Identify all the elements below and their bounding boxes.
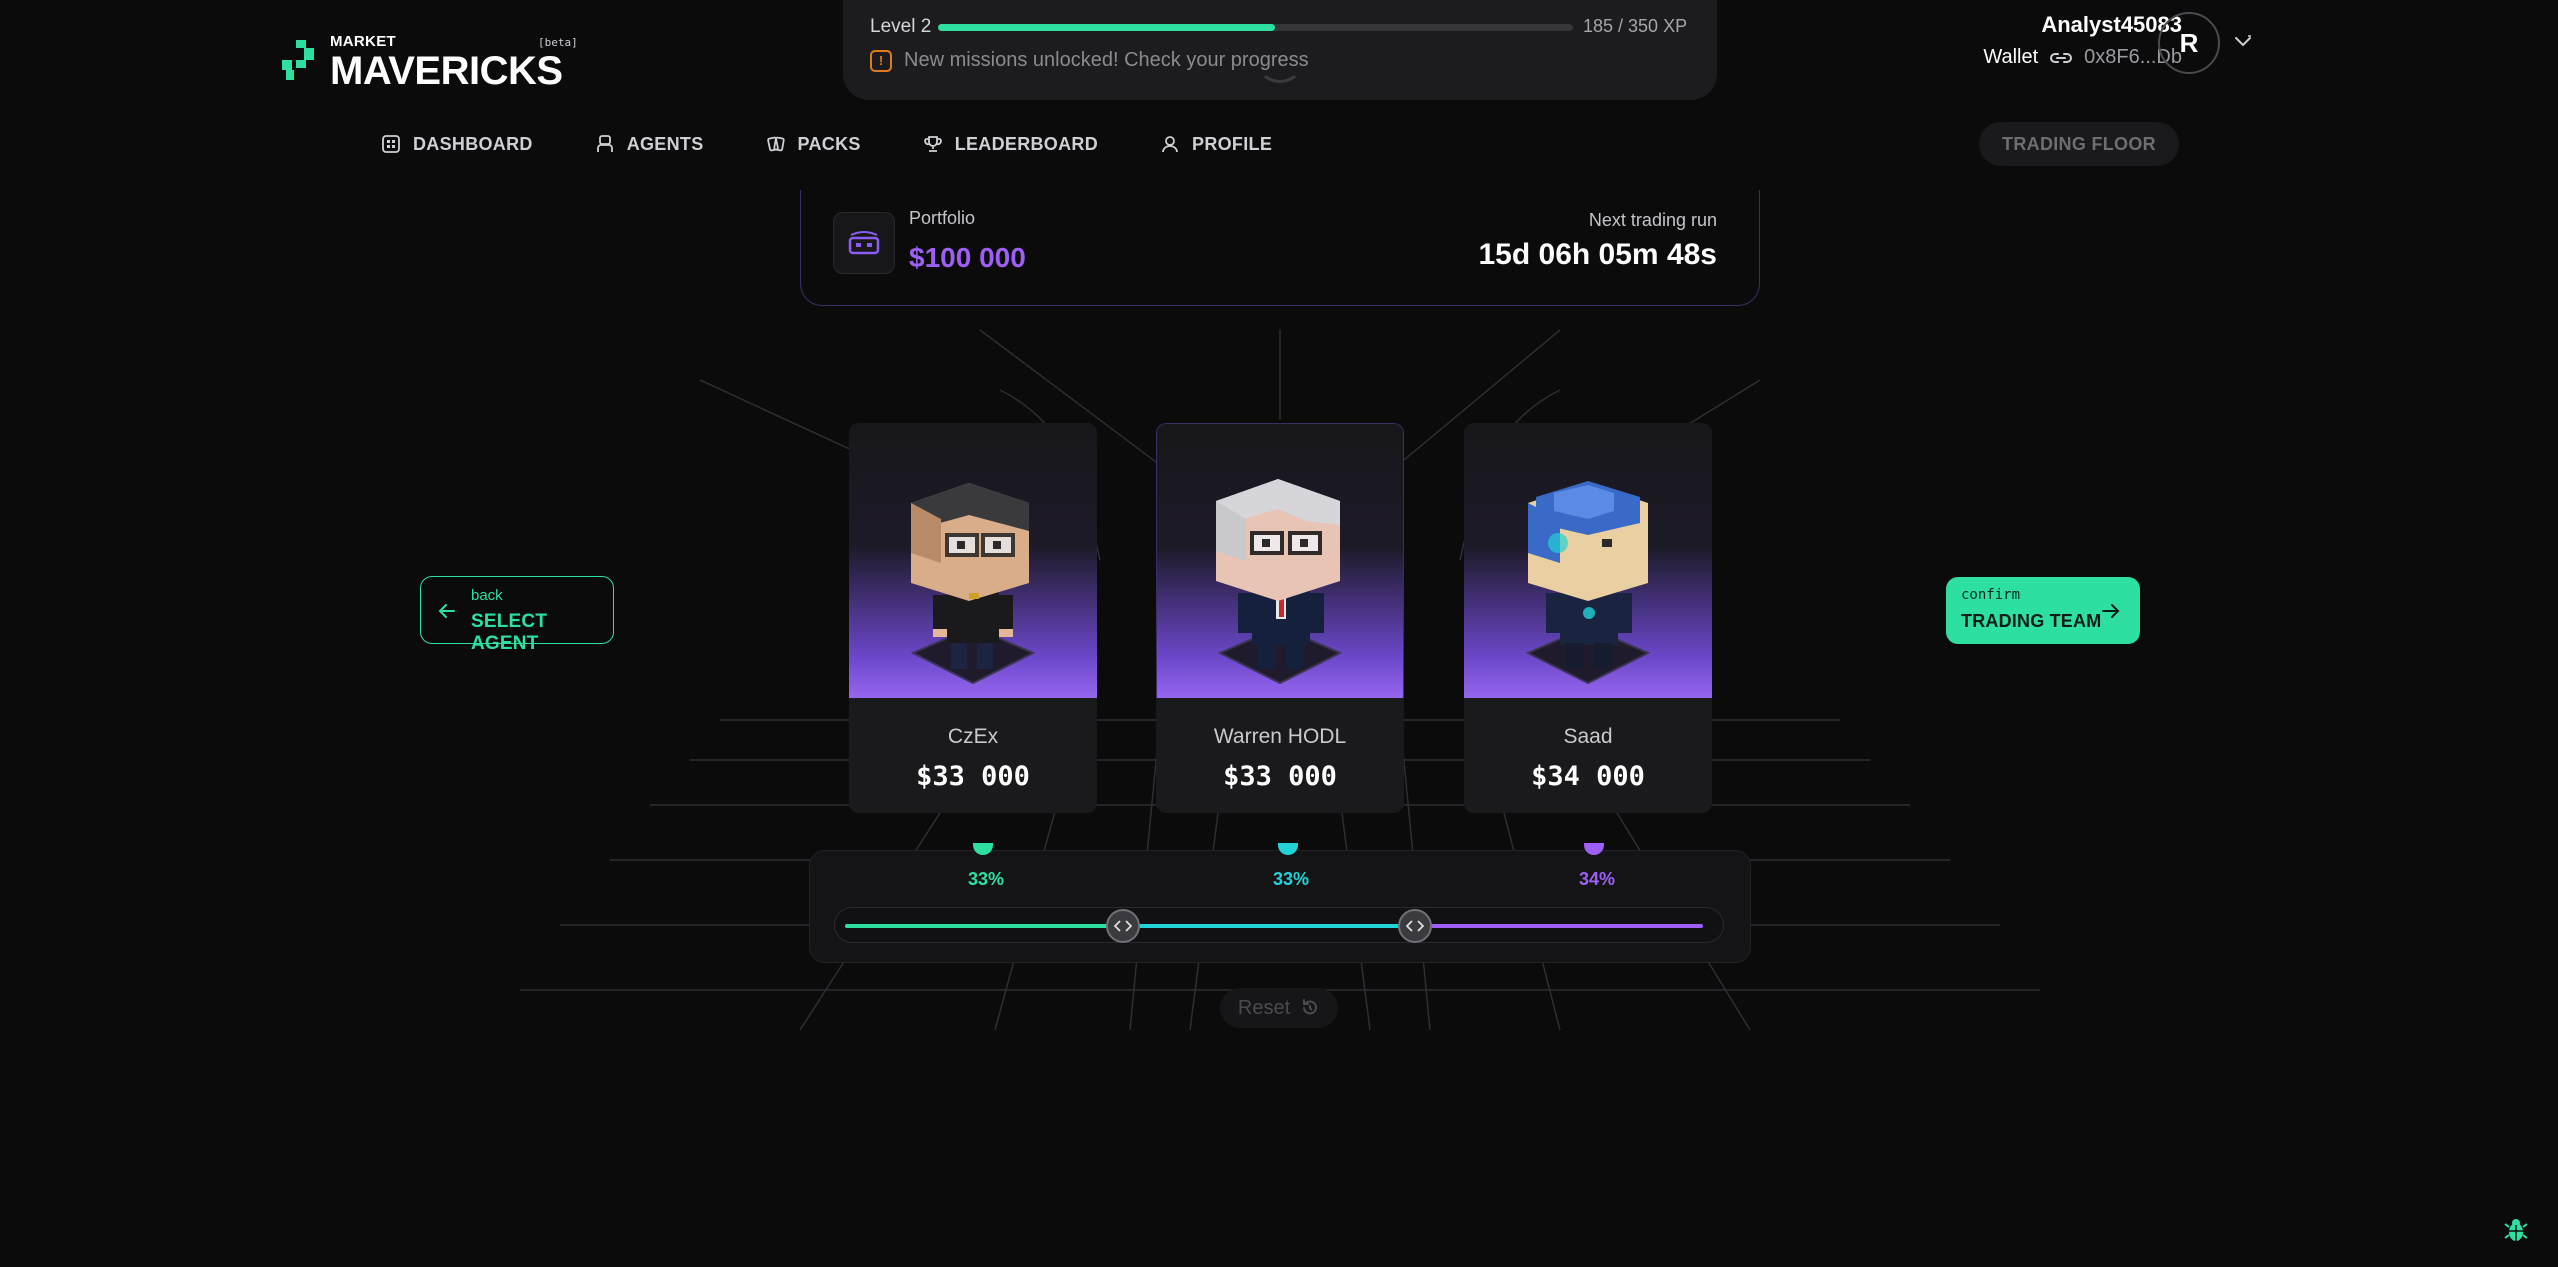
user-name: Analyst45083 xyxy=(2041,12,2182,37)
portfolio-value: $100 000 xyxy=(909,242,1026,273)
agent-czex-avatar xyxy=(910,483,1036,685)
confirm-trading-team-button[interactable]: confirm TRADING TEAM xyxy=(1946,577,2140,644)
agent-amount: $33 000 xyxy=(916,761,1030,792)
nav-agents[interactable]: AGENTS xyxy=(595,130,704,158)
reset-icon xyxy=(1303,999,1318,1015)
xp-panel[interactable]: Level 2 185 / 350 XP ! New missions unlo… xyxy=(843,0,1717,100)
arrow-right-icon xyxy=(2102,604,2120,618)
logo-small-text: MARKET xyxy=(330,33,396,50)
trophy-icon xyxy=(923,136,942,152)
user-icon xyxy=(1162,136,1178,153)
xp-progress-fill xyxy=(938,24,1275,31)
allocation-segment xyxy=(1133,924,1403,928)
nav-packs-label: PACKS xyxy=(797,133,861,154)
user-info[interactable]: Analyst45083 Wallet 0x8F6...Db xyxy=(1983,12,2182,69)
drag-handle-icon xyxy=(1114,920,1132,932)
nav-packs[interactable]: PACKS xyxy=(766,130,861,158)
back-big-label: SELECT AGENT xyxy=(471,611,548,654)
nav-agents-label: AGENTS xyxy=(626,133,704,154)
drag-handle-icon xyxy=(1406,920,1424,932)
trading-floor-button[interactable]: TRADING FLOOR xyxy=(1979,122,2179,166)
xp-progress-bar xyxy=(938,24,1573,31)
missions-notice-text: New missions unlocked! Check your progre… xyxy=(904,49,1309,71)
beta-badge: [beta] xyxy=(538,36,578,49)
nav-profile-label: PROFILE xyxy=(1192,133,1273,154)
agent-marker xyxy=(1278,843,1298,855)
xp-value: 185 / 350 XP xyxy=(1583,16,1688,36)
confirm-big-label: TRADING TEAM xyxy=(1961,611,2102,631)
allocation-percent: 33% xyxy=(1272,869,1310,889)
chevron-down-icon[interactable] xyxy=(2234,34,2252,48)
agent-marker xyxy=(973,843,993,855)
wallet-label: Wallet xyxy=(1983,46,2039,68)
agent-name: CzEx xyxy=(947,725,999,748)
nav-leaderboard-label: LEADERBOARD xyxy=(954,133,1099,154)
logo-big-text: MAVERICKS xyxy=(330,49,563,93)
allocation-segment xyxy=(845,924,1113,928)
allocation-segment xyxy=(1423,924,1703,928)
slider-handle[interactable] xyxy=(1398,909,1432,943)
confirm-small-label: confirm xyxy=(1961,587,2021,603)
nav-dashboard-label: DASHBOARD xyxy=(413,133,533,154)
portfolio-panel: Portfolio $100 000 Next trading run 15d … xyxy=(800,190,1760,306)
chevron-down-icon[interactable] xyxy=(1260,74,1300,86)
agent-card[interactable]: Warren HODL $33 000 xyxy=(1156,423,1404,813)
avatar[interactable]: R xyxy=(2158,12,2220,74)
agent-name: Saad xyxy=(1563,725,1613,748)
next-run-countdown: 15d 06h 05m 48s xyxy=(1478,238,1718,271)
agent-card[interactable]: Saad $34 000 xyxy=(1464,423,1712,813)
nav-dashboard[interactable]: DASHBOARD xyxy=(381,130,533,158)
back-select-agent-button[interactable]: back SELECT AGENT xyxy=(420,576,614,654)
reset-label: Reset xyxy=(1237,996,1291,1019)
next-run-label: Next trading run xyxy=(1588,210,1717,230)
allocation-percent: 33% xyxy=(967,869,1005,889)
missions-notice[interactable]: ! New missions unlocked! Check your prog… xyxy=(870,49,1309,72)
xp-level: Level 2 xyxy=(870,16,932,37)
portfolio-icon xyxy=(833,212,895,274)
agent-card[interactable]: CzEx $33 000 xyxy=(849,423,1097,813)
wallet-row[interactable]: Wallet 0x8F6...Db xyxy=(1983,46,2182,69)
arrow-left-icon xyxy=(438,604,455,618)
nav-profile[interactable]: PROFILE xyxy=(1160,130,1272,158)
bug-report-icon[interactable] xyxy=(2504,1217,2528,1243)
agent-marker xyxy=(1584,843,1604,855)
agent-warren-hodl-avatar xyxy=(1216,479,1343,685)
allocation-percent: 34% xyxy=(1578,869,1616,889)
logo-mark-icon xyxy=(282,40,314,80)
agent-amount: $34 000 xyxy=(1531,761,1645,792)
logo[interactable]: MARKET MAVERICKS [beta] xyxy=(280,33,578,93)
link-icon xyxy=(2050,52,2073,63)
agent-amount: $33 000 xyxy=(1223,761,1337,792)
portfolio-label: Portfolio xyxy=(909,208,976,228)
reset-button[interactable]: Reset xyxy=(1220,988,1338,1028)
warning-icon: ! xyxy=(870,49,892,72)
agent-icon xyxy=(596,135,613,152)
allocation-panel: 33% 33% 34% xyxy=(809,843,1751,963)
back-small-label: back xyxy=(471,587,503,604)
main-nav: DASHBOARD AGENTS PACKS LEADERBOARD PROFI… xyxy=(381,130,1272,158)
agent-name: Warren HODL xyxy=(1213,725,1347,748)
agent-saad-avatar xyxy=(1525,481,1651,685)
allocation-slider[interactable] xyxy=(834,907,1724,943)
nav-leaderboard[interactable]: LEADERBOARD xyxy=(923,130,1098,158)
packs-icon xyxy=(766,136,785,152)
dashboard-icon xyxy=(382,135,400,153)
slider-handle[interactable] xyxy=(1106,909,1140,943)
